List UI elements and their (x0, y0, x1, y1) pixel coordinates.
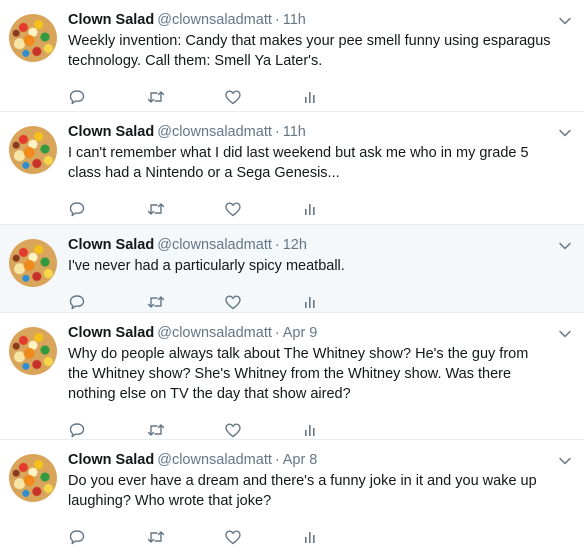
analytics-button[interactable] (302, 87, 380, 107)
display-name[interactable]: Clown Salad (68, 325, 154, 341)
retweet-button[interactable] (146, 292, 224, 312)
retweet-icon (147, 531, 165, 543)
heart-icon (225, 295, 241, 310)
chevron-down-icon[interactable] (558, 454, 572, 468)
heart-icon (225, 90, 241, 105)
analytics-button[interactable] (302, 527, 380, 547)
avatar[interactable] (9, 239, 57, 287)
like-button[interactable] (224, 292, 302, 312)
heart-icon (225, 202, 241, 217)
reply-icon (69, 202, 85, 217)
analytics-icon (305, 297, 315, 308)
retweet-icon (147, 203, 165, 215)
tweet-header: Clown Salad @clownsaladmatt · 11h (68, 122, 572, 142)
reply-button[interactable] (68, 199, 146, 219)
like-button[interactable] (224, 420, 302, 440)
retweet-button[interactable] (146, 199, 224, 219)
timestamp[interactable]: 12h (283, 237, 307, 253)
username[interactable]: @clownsaladmatt (157, 12, 272, 28)
tweet-text: Do you ever have a dream and there's a f… (68, 473, 537, 509)
chevron-down-icon[interactable] (558, 126, 572, 140)
separator: · (274, 452, 280, 468)
timestamp[interactable]: Apr 9 (283, 325, 318, 341)
like-button[interactable] (224, 527, 302, 547)
username[interactable]: @clownsaladmatt (157, 452, 272, 468)
like-button[interactable] (224, 87, 302, 107)
like-button[interactable] (224, 199, 302, 219)
retweet-button[interactable] (146, 420, 224, 440)
username[interactable]: @clownsaladmatt (157, 124, 272, 140)
heart-icon (225, 423, 241, 438)
tweet[interactable]: Clown Salad @clownsaladmatt · 11h I can't r… (0, 112, 584, 225)
retweet-button[interactable] (146, 527, 224, 547)
avatar[interactable] (9, 126, 57, 174)
tweet-header: Clown Salad @clownsaladmatt · 12h (68, 235, 572, 255)
display-name[interactable]: Clown Salad (68, 124, 154, 140)
reply-button[interactable] (68, 527, 146, 547)
reply-icon (69, 423, 85, 438)
username[interactable]: @clownsaladmatt (157, 325, 272, 341)
timestamp[interactable]: 11h (283, 124, 306, 140)
tweet[interactable]: Clown Salad @clownsaladmatt · 11h Weekly in… (0, 0, 584, 112)
separator: · (274, 124, 280, 140)
analytics-button[interactable] (302, 292, 380, 312)
reply-icon (69, 530, 85, 545)
analytics-button[interactable] (302, 420, 380, 440)
analytics-icon (305, 425, 315, 436)
chevron-down-icon[interactable] (558, 14, 572, 28)
tweet-text: Why do people always talk about The Whit… (68, 346, 529, 402)
separator: · (274, 12, 280, 28)
timestamp[interactable]: 11h (283, 12, 306, 28)
tweet-text: I've never had a particularly spicy meat… (68, 258, 345, 274)
display-name[interactable]: Clown Salad (68, 12, 154, 28)
tweet-feed: Clown Salad @clownsaladmatt · 11h Weekly in… (0, 0, 584, 554)
chevron-down-icon[interactable] (558, 239, 572, 253)
tweet[interactable]: Clown Salad @clownsaladmatt · 12h I've neve… (0, 225, 584, 313)
tweet-actions (68, 77, 572, 117)
tweet-text: I can't remember what I did last weekend… (68, 145, 529, 181)
heart-icon (225, 530, 241, 545)
tweet[interactable]: Clown Salad @clownsaladmatt · Apr 9 Why do … (0, 313, 584, 440)
username[interactable]: @clownsaladmatt (157, 237, 272, 253)
reply-button[interactable] (68, 292, 146, 312)
tweet-header: Clown Salad @clownsaladmatt · Apr 9 (68, 323, 572, 343)
separator: · (274, 237, 280, 253)
reply-button[interactable] (68, 87, 146, 107)
tweet-actions (68, 189, 572, 229)
avatar[interactable] (9, 327, 57, 375)
analytics-icon (305, 204, 315, 215)
tweet[interactable]: Clown Salad @clownsaladmatt · Apr 8 Do you … (0, 440, 584, 554)
analytics-icon (305, 532, 315, 543)
timestamp[interactable]: Apr 8 (283, 452, 318, 468)
avatar[interactable] (9, 454, 57, 502)
chevron-down-icon[interactable] (558, 327, 572, 341)
avatar[interactable] (9, 14, 57, 62)
reply-icon (69, 295, 85, 310)
tweet-header: Clown Salad @clownsaladmatt · Apr 8 (68, 450, 572, 470)
display-name[interactable]: Clown Salad (68, 237, 154, 253)
retweet-icon (147, 296, 165, 308)
tweet-header: Clown Salad @clownsaladmatt · 11h (68, 10, 572, 30)
reply-icon (69, 90, 85, 105)
separator: · (274, 325, 280, 341)
retweet-icon (147, 91, 165, 103)
retweet-button[interactable] (146, 87, 224, 107)
analytics-icon (305, 92, 315, 103)
retweet-icon (147, 424, 165, 436)
tweet-text: Weekly invention: Candy that makes your … (68, 33, 551, 69)
reply-button[interactable] (68, 420, 146, 440)
tweet-actions (68, 517, 572, 554)
analytics-button[interactable] (302, 199, 380, 219)
display-name[interactable]: Clown Salad (68, 452, 154, 468)
